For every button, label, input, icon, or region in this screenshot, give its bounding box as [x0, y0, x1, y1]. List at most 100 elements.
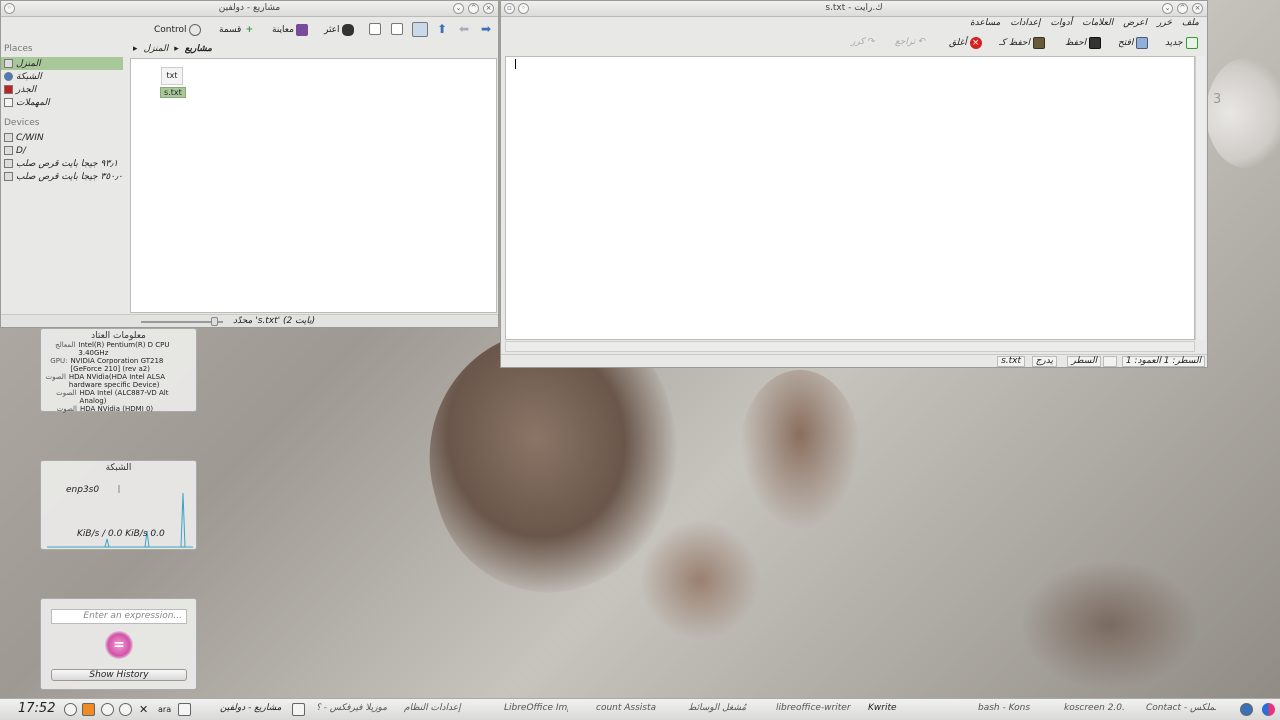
menu-edit[interactable]: حَرر [1157, 18, 1172, 32]
task-media-player[interactable]: مُشغل الوسائط [688, 703, 756, 713]
redo-button[interactable]: كرر ↷ [851, 37, 875, 47]
split-button[interactable]: قسمة + [219, 22, 255, 38]
preview-button[interactable]: معاينة [272, 22, 308, 38]
sysinfo-key: الصوت [45, 373, 66, 381]
sysinfo-key: GPU: [50, 357, 68, 365]
place-label: الجذر [16, 84, 37, 95]
expression-input[interactable]: Enter an expression... [51, 609, 187, 624]
close-icon[interactable]: × [483, 3, 494, 14]
maximize-icon[interactable]: ^ [1177, 3, 1188, 14]
text-editor[interactable] [505, 56, 1195, 340]
taskbar-clock[interactable]: 17:52 [18, 701, 55, 716]
device-item[interactable]: ٩٣٫١ جيجا بايت قرص صلب [1, 157, 127, 170]
kwrite-statusbar: السطر: 1 العمود: 1 السطر يدرج s.txt [501, 354, 1207, 367]
device-item[interactable]: D/ [1, 144, 127, 157]
task-dolphin[interactable]: مشاريع - دولفين [220, 703, 290, 713]
up-arrow-icon[interactable]: ⬆ [437, 22, 447, 36]
flickr-tray-icon[interactable] [1262, 703, 1275, 716]
drive-icon [4, 159, 13, 168]
bluetooth-icon[interactable]: ✕ [139, 703, 152, 716]
forward-arrow-icon[interactable]: ⬅ [459, 22, 469, 36]
file-view[interactable]: txt s.txt [130, 58, 497, 313]
task-account-assistant[interactable]: count Assista [596, 703, 664, 713]
stop-icon[interactable] [101, 703, 114, 716]
menu-tools[interactable]: أدوات [1050, 18, 1072, 32]
minimize-icon[interactable]: ⌄ [453, 3, 464, 14]
status-text: محدّد 's.txt' (2 بايت) [233, 316, 316, 326]
task-konsole[interactable]: bash - Kons [978, 703, 1038, 713]
icons-view-icon[interactable] [412, 22, 428, 37]
task-firefox[interactable]: موزيلا فيرفكس - ؟ [316, 703, 396, 713]
save-label: احفظ [1065, 38, 1087, 48]
dolphin-statusbar: محدّد 's.txt' (2 بايت) [1, 314, 498, 327]
minimize-icon[interactable]: ⌄ [1162, 3, 1173, 14]
find-button[interactable]: اعثر [324, 22, 354, 38]
line-mode[interactable]: السطر [1067, 356, 1101, 367]
undo-label: تراجع [895, 37, 916, 47]
close-icon[interactable]: × [1192, 3, 1203, 14]
binoculars-icon [341, 24, 354, 36]
place-item-network[interactable]: الشبكة [1, 70, 127, 83]
task-ksnapshot[interactable]: koscreen 2.0. [1064, 703, 1126, 713]
open-button[interactable]: افتح [1118, 37, 1149, 49]
dolphin-window: ◦ مشاريع - دولفين ⌄ ^ × Control قسمة + م… [0, 0, 499, 328]
trash-icon [4, 98, 13, 107]
save-as-button[interactable]: احفظ كـ [999, 37, 1045, 49]
text-file-icon[interactable]: txt [161, 67, 183, 85]
compact-view-icon[interactable] [391, 23, 403, 35]
dolphin-title: مشاريع - دولفين [218, 3, 281, 13]
sysinfo-row: المعالج Intel(R) Pentium(R) D CPU 3.40GHz [41, 341, 196, 357]
system-info-widget: معلومات العتاد المعالج Intel(R) Pentium(R… [40, 328, 197, 413]
desktop-icon[interactable] [178, 703, 191, 716]
vertical-scrollbar[interactable] [1195, 56, 1205, 340]
places-header: Places [4, 44, 33, 54]
task-libreoffice-impress[interactable]: LibreOffice Impr [504, 703, 568, 713]
menu-file[interactable]: ملف [1182, 18, 1199, 32]
task-system-settings[interactable]: إعدادات النظام [404, 703, 462, 713]
place-item-home[interactable]: المنزل [1, 57, 123, 70]
close-document-icon: × [969, 37, 982, 49]
device-item[interactable]: C/WIN [1, 131, 127, 144]
device-item[interactable]: ٣٥٠٫٠ جيجا بايت قرص صلب [1, 170, 127, 183]
place-item-trash[interactable]: المهملات [1, 96, 127, 109]
keyboard-layout[interactable]: ara [158, 705, 171, 714]
kwrite-titlebar[interactable]: ▫ ◦ s.txt - ك.رايت ⌄ ^ × [501, 1, 1207, 17]
breadcrumb-projects[interactable]: مشاريع [185, 44, 212, 54]
control-button[interactable]: Control [154, 22, 201, 38]
new-button[interactable]: جديد [1165, 37, 1198, 49]
dolphin-toolbar: Control قسمة + معاينة اعثر ⬆ ⬅ ➡ [1, 18, 498, 40]
gear-icon [188, 24, 201, 36]
undo-button[interactable]: تراجع ↶ [895, 37, 926, 47]
network-tray-icon[interactable] [1240, 703, 1253, 716]
sysinfo-key: المعالج [55, 341, 76, 349]
details-view-icon[interactable] [369, 23, 381, 35]
open-label: افتح [1118, 38, 1134, 48]
maximize-icon[interactable]: ^ [468, 3, 479, 14]
task-contact[interactable]: Contact - الملكَس [1146, 703, 1216, 713]
menu-settings[interactable]: إعدادات [1010, 18, 1040, 32]
file-name-status: s.txt [997, 356, 1025, 367]
dolphin-titlebar[interactable]: ◦ مشاريع - دولفين ⌄ ^ × [1, 1, 498, 17]
zoom-slider-handle[interactable] [211, 317, 218, 326]
preview-label: معاينة [272, 25, 294, 35]
horizontal-scrollbar[interactable] [505, 341, 1195, 352]
vlc-icon[interactable] [82, 703, 95, 716]
new-label: جديد [1165, 38, 1183, 48]
menu-help[interactable]: مساعدة [970, 18, 1000, 32]
task-kwrite[interactable]: Kwrite [868, 703, 928, 713]
insert-mode[interactable]: يدرج [1031, 356, 1057, 367]
breadcrumb-arrow-icon: ▸ [174, 44, 179, 54]
kde-menu-icon[interactable] [64, 703, 77, 716]
task-libreoffice-writer[interactable]: libreoffice-writer [776, 703, 856, 713]
save-button[interactable]: احفظ [1065, 37, 1102, 49]
place-item-root[interactable]: الجذر [1, 83, 127, 96]
menu-view[interactable]: اعرض [1123, 18, 1147, 32]
file-name-label[interactable]: s.txt [160, 87, 186, 98]
pause-icon[interactable] [119, 703, 132, 716]
breadcrumb-home[interactable]: المنزل [144, 44, 169, 54]
wallpaper-leaf [740, 370, 860, 530]
show-history-button[interactable]: Show History [51, 669, 187, 681]
back-arrow-icon[interactable]: ➡ [481, 22, 491, 36]
menu-bookmarks[interactable]: العلامات [1082, 18, 1113, 32]
close-document-button[interactable]: أغلق × [949, 37, 982, 49]
